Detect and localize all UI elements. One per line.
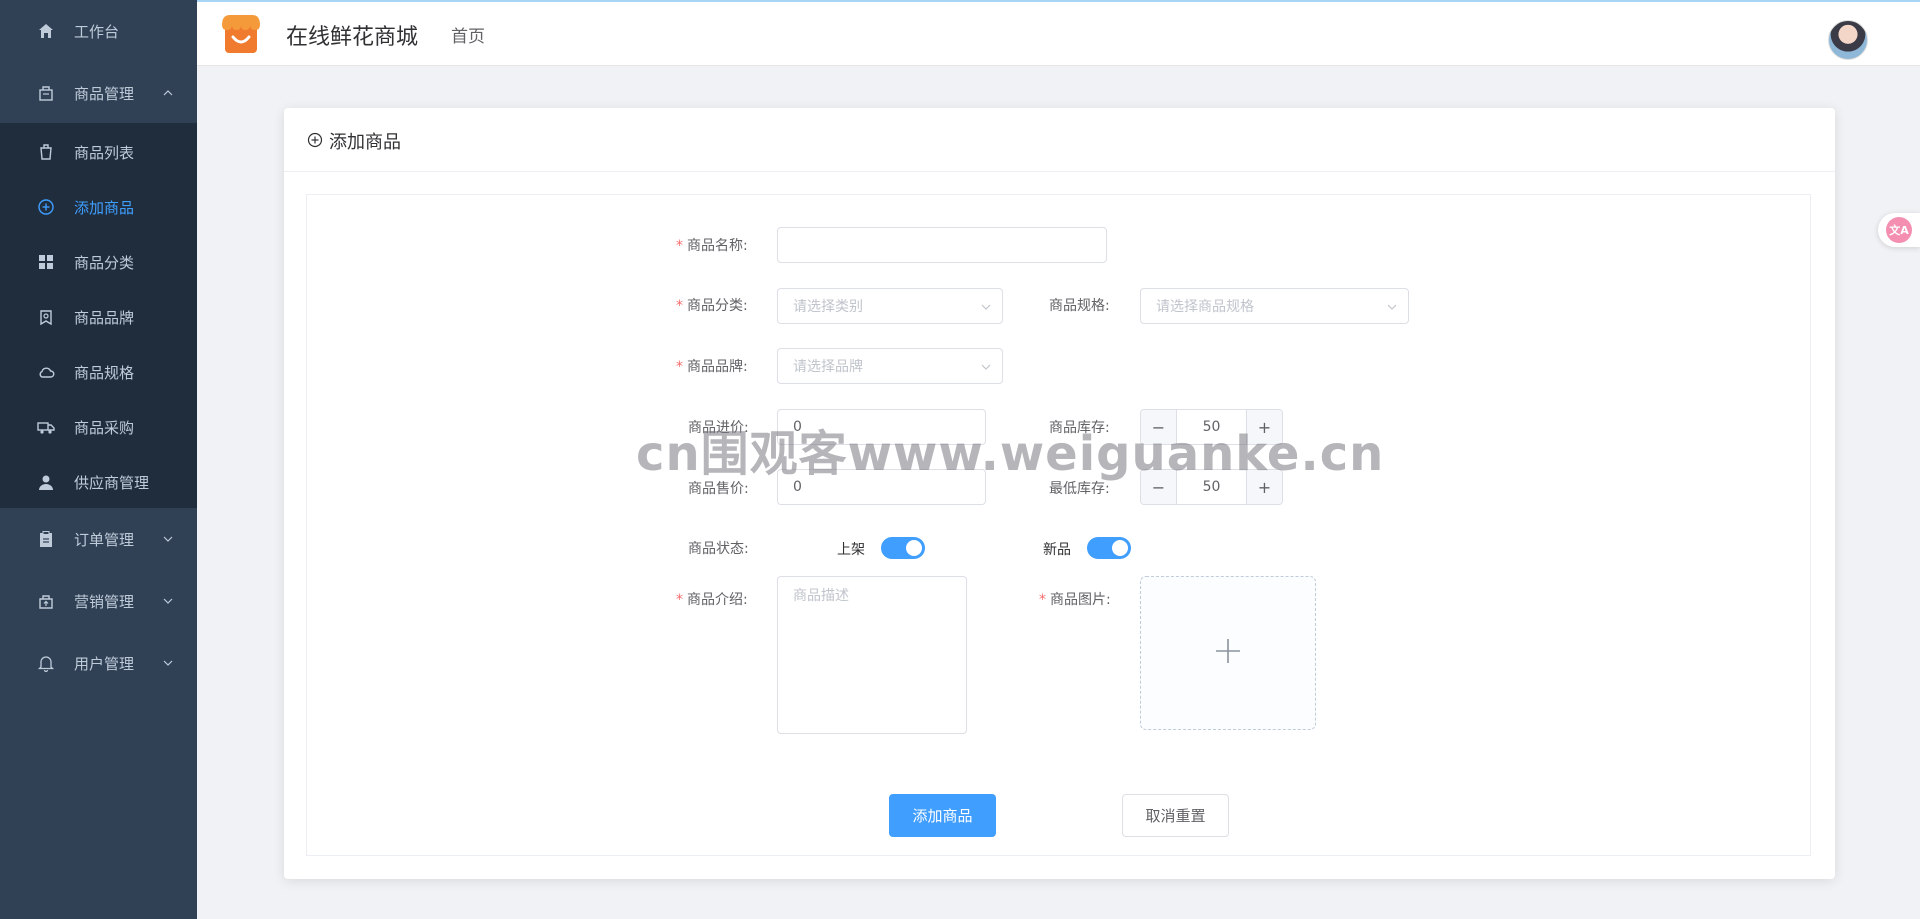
sidebar-item-marketing[interactable]: 营销管理 xyxy=(0,584,197,618)
sidebar-item-label: 商品采购 xyxy=(74,418,135,437)
sidebar-item-dashboard[interactable]: 工作台 xyxy=(0,14,197,48)
sidebar-item-label: 商品规格 xyxy=(74,363,135,382)
brand-placeholder: 请选择品牌 xyxy=(793,359,863,375)
sidebar-item-users[interactable]: 用户管理 xyxy=(0,646,197,680)
sidebar-item-product-list[interactable]: 商品列表 xyxy=(0,135,197,169)
chevron-up-icon xyxy=(162,87,174,99)
watermark: cn围观客www.weiguanke.cn xyxy=(636,426,1385,482)
sidebar-item-category[interactable]: 商品分类 xyxy=(0,245,197,279)
product-category-label: * 商品分类: xyxy=(676,298,748,314)
status-label: 商品状态: xyxy=(688,541,749,557)
product-name-input[interactable] xyxy=(777,227,1107,263)
new-product-text: 新品 xyxy=(1043,542,1071,558)
sidebar-item-label: 添加商品 xyxy=(74,198,135,217)
sidebar-item-supplier[interactable]: 供应商管理 xyxy=(0,465,197,499)
chevron-down-icon xyxy=(162,533,174,545)
plus-icon xyxy=(1214,637,1242,669)
new-product-switch[interactable] xyxy=(1087,537,1131,559)
image-label: * 商品图片: xyxy=(1039,592,1111,608)
app-title: 在线鲜花商城 xyxy=(286,25,419,50)
sidebar-item-add-product[interactable]: 添加商品 xyxy=(0,190,197,224)
sidebar-item-label: 用户管理 xyxy=(74,654,135,673)
category-placeholder: 请选择类别 xyxy=(793,299,863,315)
sidebar-item-label: 商品分类 xyxy=(74,253,135,272)
sidebar-item-purchase[interactable]: 商品采购 xyxy=(0,410,197,444)
card-header: 添加商品 xyxy=(284,108,1835,172)
image-uploader[interactable] xyxy=(1140,576,1316,730)
reset-button[interactable]: 取消重置 xyxy=(1122,794,1229,837)
product-spec-label: 商品规格: xyxy=(1049,298,1110,314)
sidebar-item-label: 商品品牌 xyxy=(74,308,135,327)
top-header: 在线鲜花商城 首页 xyxy=(197,0,1920,66)
on-shelf-switch[interactable] xyxy=(881,537,925,559)
sidebar-item-orders[interactable]: 订单管理 xyxy=(0,522,197,556)
sidebar-item-label: 供应商管理 xyxy=(74,473,150,492)
description-textarea[interactable]: 商品描述 xyxy=(777,576,967,734)
chevron-down-icon xyxy=(162,657,174,669)
switch-knob xyxy=(1112,540,1128,556)
sidebar-item-label: 营销管理 xyxy=(74,592,135,611)
chevron-down-icon xyxy=(1386,301,1398,313)
chevron-down-icon xyxy=(980,361,992,373)
sidebar-item-label: 商品管理 xyxy=(74,84,135,103)
home-icon xyxy=(36,21,56,41)
marketing-icon xyxy=(36,591,56,611)
add-product-button[interactable]: 添加商品 xyxy=(889,794,996,837)
product-brand-select[interactable]: 请选择品牌 xyxy=(777,348,1003,384)
chevron-down-icon xyxy=(162,595,174,607)
bell-icon xyxy=(36,653,56,673)
user-icon xyxy=(36,472,56,492)
breadcrumb-home[interactable]: 首页 xyxy=(451,22,485,47)
sidebar-item-spec[interactable]: 商品规格 xyxy=(0,355,197,389)
product-spec-select[interactable]: 请选择商品规格 xyxy=(1140,288,1409,324)
grid-icon xyxy=(36,252,56,272)
sidebar: 工作台 商品管理 商品列表 添加商品 商品分类 商品品牌 商品规格 商品采购 供… xyxy=(0,0,197,919)
sidebar-item-label: 订单管理 xyxy=(74,530,135,549)
spec-placeholder: 请选择商品规格 xyxy=(1156,299,1254,315)
plus-circle-icon xyxy=(36,197,56,217)
cloud-icon xyxy=(36,362,56,382)
switch-knob xyxy=(906,540,922,556)
product-category-select[interactable]: 请选择类别 xyxy=(777,288,1003,324)
badge-icon xyxy=(36,307,56,327)
truck-icon xyxy=(36,417,56,437)
sidebar-item-product-management[interactable]: 商品管理 xyxy=(0,76,197,110)
translate-icon: 文A xyxy=(1886,217,1912,243)
form-container xyxy=(306,194,1811,856)
product-name-label: * 商品名称: xyxy=(676,238,748,254)
shop-logo-icon xyxy=(219,11,263,55)
sidebar-item-label: 工作台 xyxy=(74,22,120,41)
sidebar-item-brand[interactable]: 商品品牌 xyxy=(0,300,197,334)
clipboard-icon xyxy=(36,529,56,549)
sidebar-item-label: 商品列表 xyxy=(74,143,135,162)
translate-float-button[interactable]: 文A xyxy=(1878,213,1920,247)
plus-circle-icon xyxy=(307,132,323,148)
avatar[interactable] xyxy=(1828,20,1868,60)
description-label: * 商品介绍: xyxy=(676,592,748,608)
bag-icon xyxy=(36,83,56,103)
trash-bag-icon xyxy=(36,142,56,162)
on-shelf-text: 上架 xyxy=(837,542,865,558)
product-brand-label: * 商品品牌: xyxy=(676,359,748,375)
chevron-down-icon xyxy=(980,301,992,313)
card-title: 添加商品 xyxy=(329,132,401,153)
